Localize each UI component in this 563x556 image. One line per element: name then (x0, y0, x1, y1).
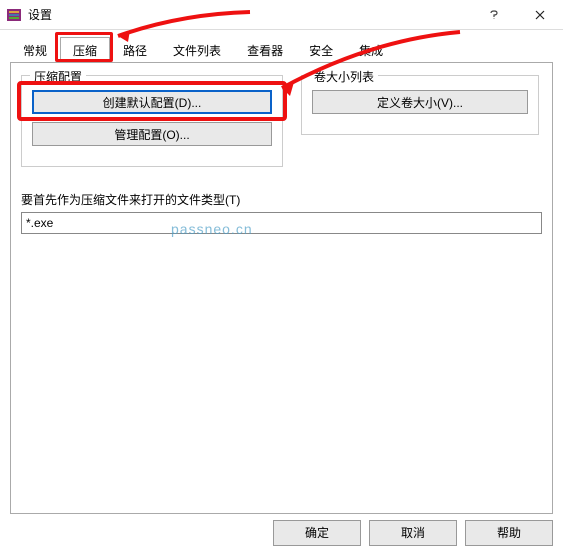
tab-integration[interactable]: 集成 (346, 37, 396, 63)
group-compress-config: 压缩配置 创建默认配置(D)... 管理配置(O)... (21, 75, 283, 167)
tab-path[interactable]: 路径 (110, 37, 160, 63)
tab-viewer[interactable]: 查看器 (234, 37, 296, 63)
dialog-buttons: 确定 取消 帮助 (273, 520, 553, 546)
help-button[interactable] (471, 0, 517, 30)
group-volume-list: 卷大小列表 定义卷大小(V)... (301, 75, 539, 135)
tab-compress[interactable]: 压缩 (60, 37, 110, 63)
cancel-button[interactable]: 取消 (369, 520, 457, 546)
tab-security[interactable]: 安全 (296, 37, 346, 63)
tab-filelist[interactable]: 文件列表 (160, 37, 234, 63)
window-title: 设置 (28, 6, 471, 23)
close-button[interactable] (517, 0, 563, 30)
tab-strip: 常规 压缩 路径 文件列表 查看器 安全 集成 (0, 30, 563, 62)
group-compress-legend: 压缩配置 (30, 68, 86, 85)
manage-config-button[interactable]: 管理配置(O)... (32, 122, 272, 146)
app-icon (6, 7, 22, 23)
group-volume-legend: 卷大小列表 (310, 68, 378, 85)
titlebar: 设置 (0, 0, 563, 30)
help-dialog-button[interactable]: 帮助 (465, 520, 553, 546)
create-default-config-button[interactable]: 创建默认配置(D)... (32, 90, 272, 114)
filetype-input[interactable] (21, 212, 542, 234)
tab-panel: 压缩配置 创建默认配置(D)... 管理配置(O)... 卷大小列表 定义卷大小… (10, 62, 553, 514)
tab-general[interactable]: 常规 (10, 37, 60, 63)
ok-button[interactable]: 确定 (273, 520, 361, 546)
define-volume-size-button[interactable]: 定义卷大小(V)... (312, 90, 528, 114)
filetype-label: 要首先作为压缩文件来打开的文件类型(T) (21, 191, 542, 208)
